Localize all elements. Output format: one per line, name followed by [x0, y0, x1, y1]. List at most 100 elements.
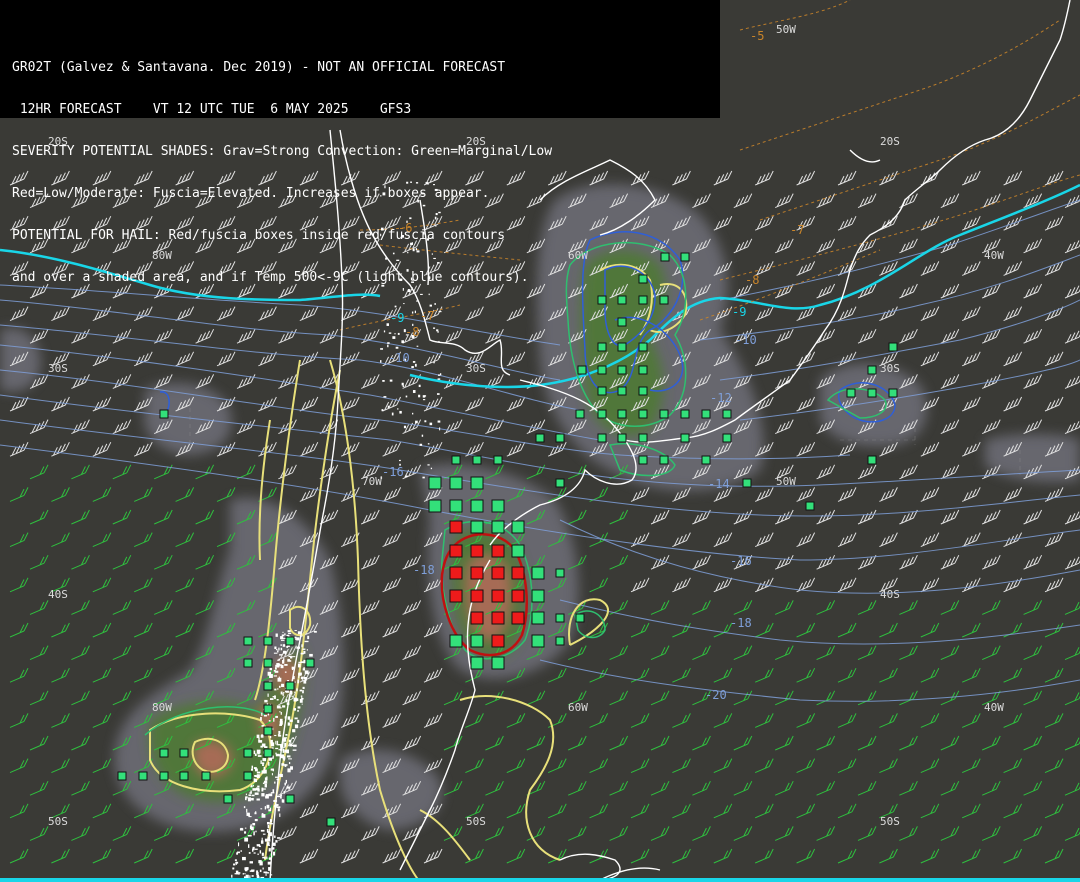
severity-box — [179, 771, 189, 781]
fjord-dot — [244, 837, 249, 842]
wind-barb — [982, 554, 1001, 570]
severity-box — [263, 726, 273, 736]
fjord-dot — [276, 778, 280, 781]
wind-barb — [1044, 215, 1064, 231]
border-dot — [405, 395, 408, 398]
wind-barb — [940, 554, 960, 570]
fjord-dot — [247, 835, 252, 837]
severity-box — [449, 566, 463, 580]
fjord-dot — [307, 635, 310, 640]
wind-barb — [71, 464, 90, 480]
wind-barb — [319, 328, 339, 344]
wind-barb — [692, 826, 711, 841]
lat20-east-label: 20S — [880, 135, 900, 148]
wind-barb — [71, 735, 90, 751]
temp-label-m8b: -8 — [745, 273, 759, 287]
severity-box — [243, 748, 253, 758]
severity-box — [555, 433, 565, 443]
severity-box — [659, 455, 669, 465]
severity-box — [179, 748, 189, 758]
fjord-dot — [277, 837, 281, 839]
wind-barb — [630, 713, 650, 728]
fjord-dot — [254, 775, 257, 777]
wind-barb — [134, 577, 153, 593]
wind-barb — [1023, 374, 1043, 389]
fjord-dot — [251, 768, 253, 771]
wind-barb — [755, 803, 774, 819]
wind-barb — [9, 758, 29, 774]
severity-box — [531, 566, 545, 580]
wind-barb — [1003, 577, 1023, 593]
fjord-dot — [303, 680, 307, 684]
temp-label-m5: -5 — [750, 29, 764, 43]
wind-barb — [920, 487, 940, 502]
fjord-dot — [290, 690, 293, 695]
fjord-dot — [281, 763, 285, 766]
wind-barb — [71, 826, 90, 841]
wind-barb — [962, 441, 981, 457]
wind-barb — [650, 600, 670, 615]
severity-box — [263, 681, 273, 691]
fjord-dot — [284, 749, 287, 753]
fjord-dot — [261, 793, 265, 797]
wind-barb — [423, 848, 443, 864]
wind-barb — [1023, 283, 1043, 299]
severity-box — [449, 634, 463, 648]
wind-barb — [51, 441, 70, 457]
border-dot — [433, 361, 435, 364]
wind-barb — [51, 487, 70, 502]
fjord-dot — [271, 773, 273, 776]
wind-barb — [879, 170, 898, 186]
fjord-dot — [280, 711, 282, 715]
temp-label-m9b: -9 — [732, 305, 746, 319]
fjord-dot — [279, 773, 283, 778]
wind-barb — [568, 826, 587, 841]
severity-box — [470, 589, 484, 603]
fjord-dot — [276, 806, 281, 809]
fjord-dot — [267, 861, 271, 865]
border-dot — [392, 336, 396, 339]
wind-barb — [1064, 782, 1080, 796]
fjord-dot — [279, 721, 283, 725]
fjord-dot — [288, 655, 292, 658]
wind-barb — [1023, 735, 1043, 751]
wind-barb — [775, 554, 794, 570]
wind-barb — [672, 713, 691, 728]
fjord-dot — [294, 691, 296, 693]
border-dot — [383, 330, 386, 333]
fjord-dot — [274, 670, 279, 673]
fjord-dot — [282, 799, 285, 803]
severity-box — [867, 365, 877, 375]
wind-barb — [485, 735, 504, 751]
wind-barb — [796, 441, 816, 457]
fjord-dot — [250, 824, 252, 827]
fjord-dot — [242, 856, 246, 861]
fjord-dot — [269, 822, 272, 824]
wind-barb — [71, 600, 90, 615]
wind-barb — [775, 780, 794, 796]
fjord-dot — [266, 776, 268, 781]
wind-barb — [92, 487, 112, 502]
wind-barb — [775, 509, 794, 525]
wind-barb — [382, 532, 402, 548]
wind-barb — [630, 803, 650, 819]
wind-barb — [837, 351, 857, 367]
wind-barb — [465, 758, 484, 774]
wind-barb — [278, 826, 297, 841]
wind-barb — [402, 600, 422, 615]
severity-box — [867, 455, 877, 465]
fjord-dot — [262, 867, 264, 870]
fjord-dot — [274, 646, 277, 650]
fjord-dot — [270, 768, 274, 771]
wind-barb — [920, 351, 940, 367]
wind-barb — [982, 509, 1001, 525]
wind-barb — [1023, 600, 1043, 615]
border-dot — [387, 344, 389, 348]
wind-barb — [962, 577, 981, 593]
wind-barb — [236, 419, 256, 435]
fjord-dot — [251, 794, 255, 797]
fjord-dot — [286, 702, 290, 705]
fjord-dot — [262, 788, 266, 790]
fjord-dot — [268, 762, 270, 766]
severity-box — [285, 636, 295, 646]
